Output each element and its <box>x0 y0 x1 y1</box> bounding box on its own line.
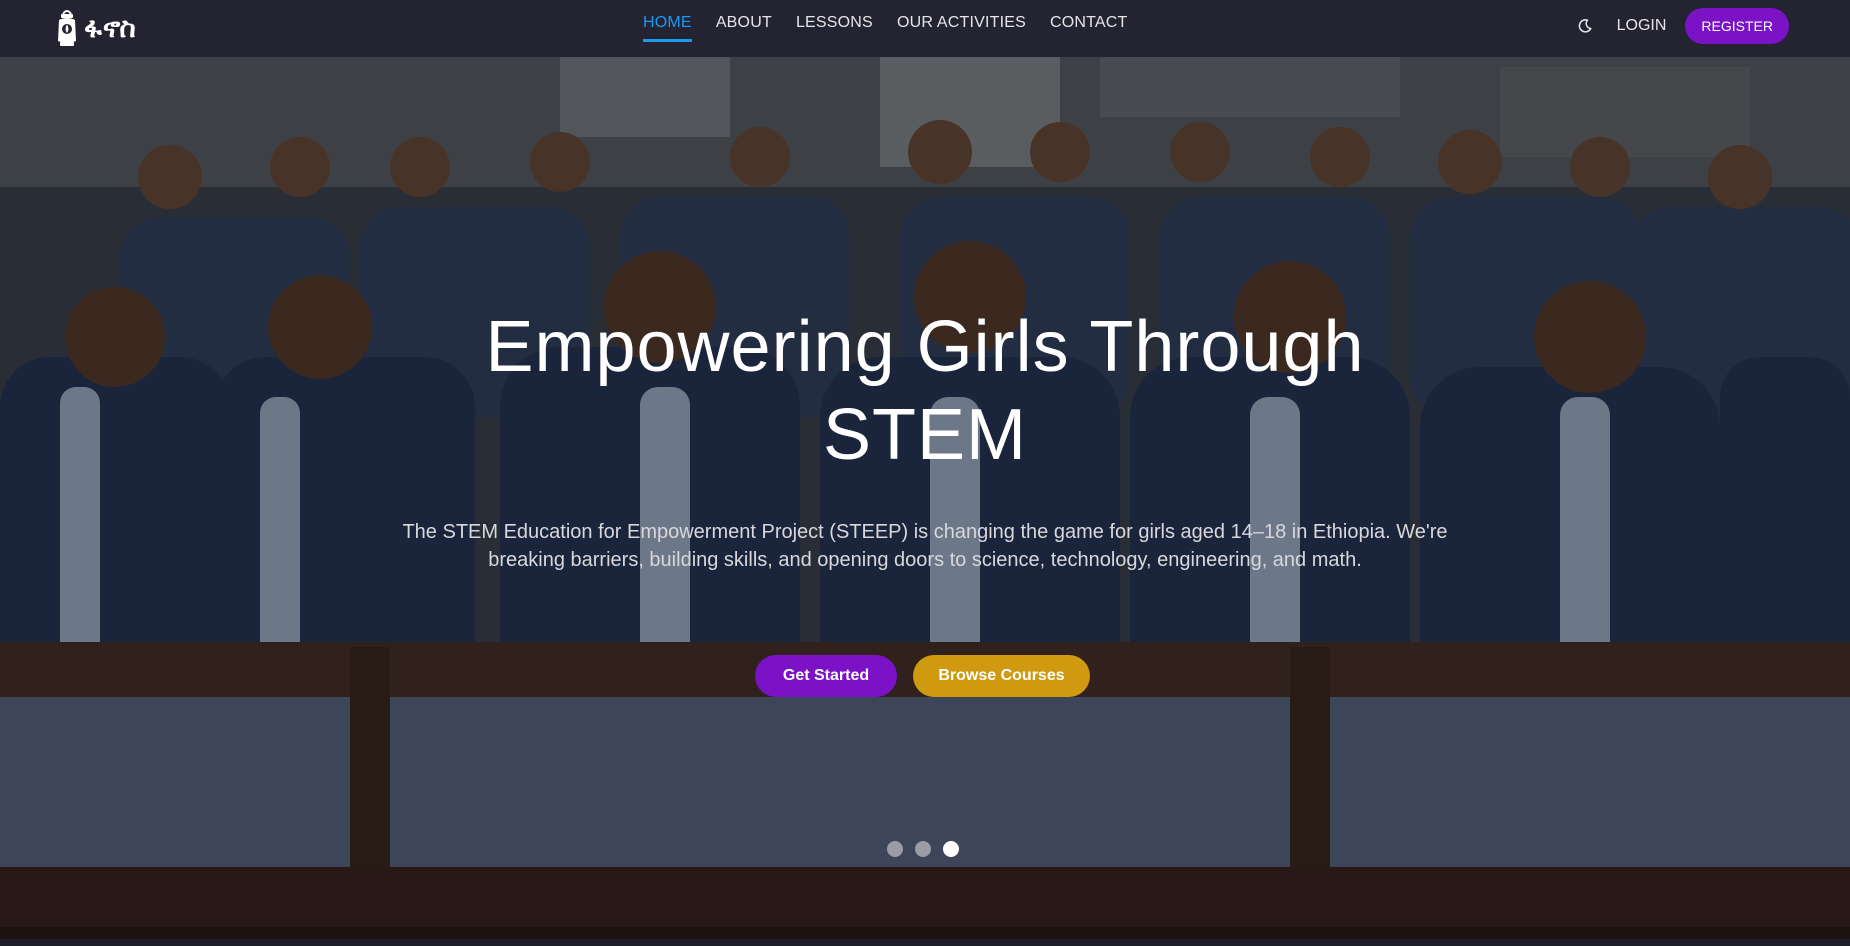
moon-icon[interactable] <box>1573 14 1597 38</box>
main-nav: HOME ABOUT LESSONS OUR ACTIVITIES CONTAC… <box>643 14 1128 42</box>
hero-actions: Get Started Browse Courses <box>755 655 1090 697</box>
top-navbar: ፋኖስ HOME ABOUT LESSONS OUR ACTIVITIES CO… <box>0 0 1850 57</box>
logo-text: ፋኖስ <box>84 11 137 44</box>
site-logo[interactable]: ፋኖስ <box>56 5 137 51</box>
browse-courses-button[interactable]: Browse Courses <box>913 655 1090 697</box>
register-button[interactable]: REGISTER <box>1685 8 1789 44</box>
carousel-dot-2[interactable] <box>915 841 931 857</box>
hero-title-line-2: STEM <box>822 395 1027 475</box>
nav-link-lessons[interactable]: LESSONS <box>796 14 873 42</box>
hero-dark-overlay <box>0 57 1850 939</box>
carousel-dot-3[interactable] <box>943 841 959 857</box>
lantern-icon <box>56 8 78 48</box>
nav-link-our-activities[interactable]: OUR ACTIVITIES <box>897 14 1026 42</box>
login-link[interactable]: LOGIN <box>1617 17 1667 35</box>
nav-actions: LOGIN REGISTER <box>1573 8 1789 44</box>
carousel-dot-1[interactable] <box>887 841 903 857</box>
hero-description: The STEM Education for Empowerment Proje… <box>402 521 1448 571</box>
nav-link-home[interactable]: HOME <box>643 14 692 42</box>
hero-title: Empowering Girls Through STEM <box>325 303 1525 479</box>
hero-section: Empowering Girls Through STEM The STEM E… <box>0 57 1850 939</box>
nav-link-about[interactable]: ABOUT <box>716 14 772 42</box>
carousel-indicators <box>887 841 959 857</box>
get-started-button[interactable]: Get Started <box>755 655 897 697</box>
page-bottom-strip <box>0 939 1850 946</box>
nav-link-contact[interactable]: CONTACT <box>1050 14 1128 42</box>
hero-title-line-1: Empowering Girls Through <box>485 307 1365 387</box>
